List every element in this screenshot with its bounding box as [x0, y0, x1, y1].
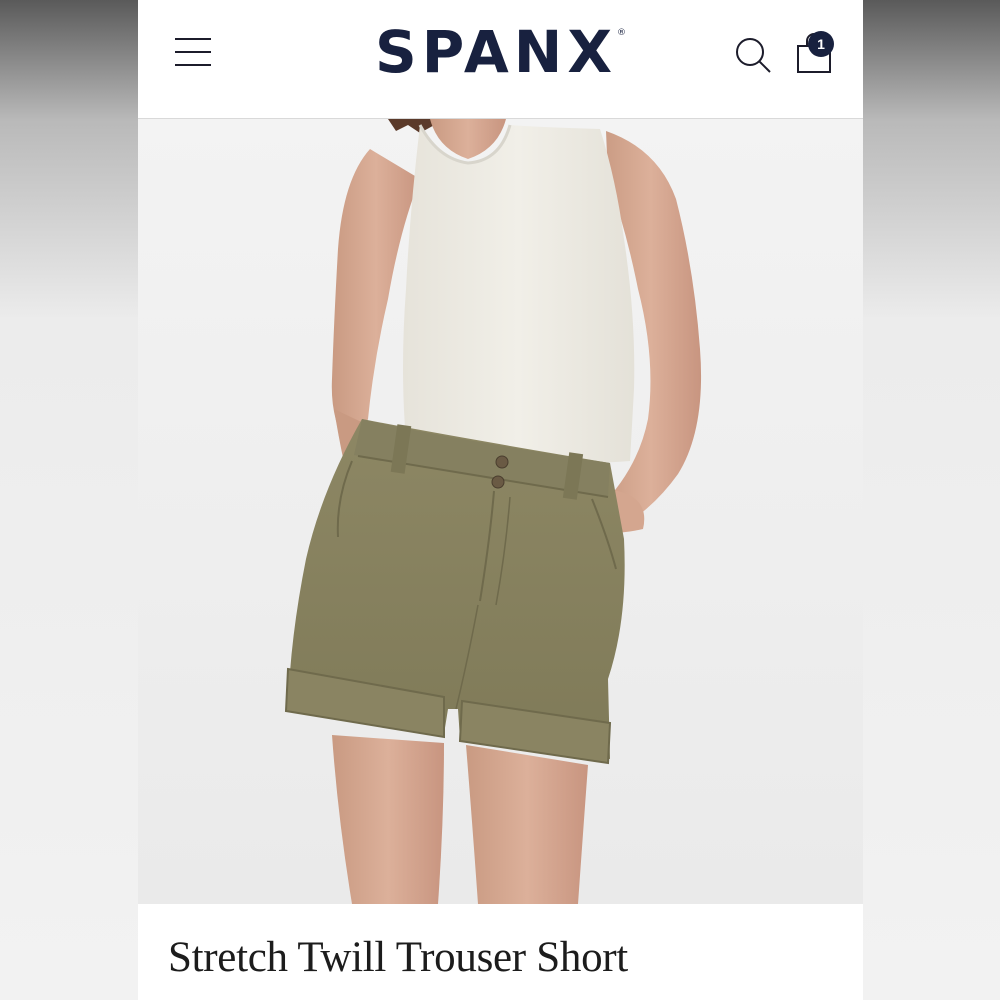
registered-mark: ® [617, 28, 627, 38]
product-title-area: Stretch Twill Trouser Short [138, 905, 863, 1000]
background-blur-left [0, 0, 138, 1000]
mobile-page: SPANX® 1 Stretch Twill Trouser Short [138, 0, 863, 1000]
background-blur-right [862, 0, 1000, 1000]
brand-name: SPANX [374, 18, 618, 86]
product-title: Stretch Twill Trouser Short [168, 934, 628, 981]
search-icon[interactable] [734, 36, 774, 76]
cart-count-badge: 1 [808, 31, 834, 57]
site-header: SPANX® 1 [138, 0, 863, 119]
product-image[interactable] [138, 119, 863, 904]
